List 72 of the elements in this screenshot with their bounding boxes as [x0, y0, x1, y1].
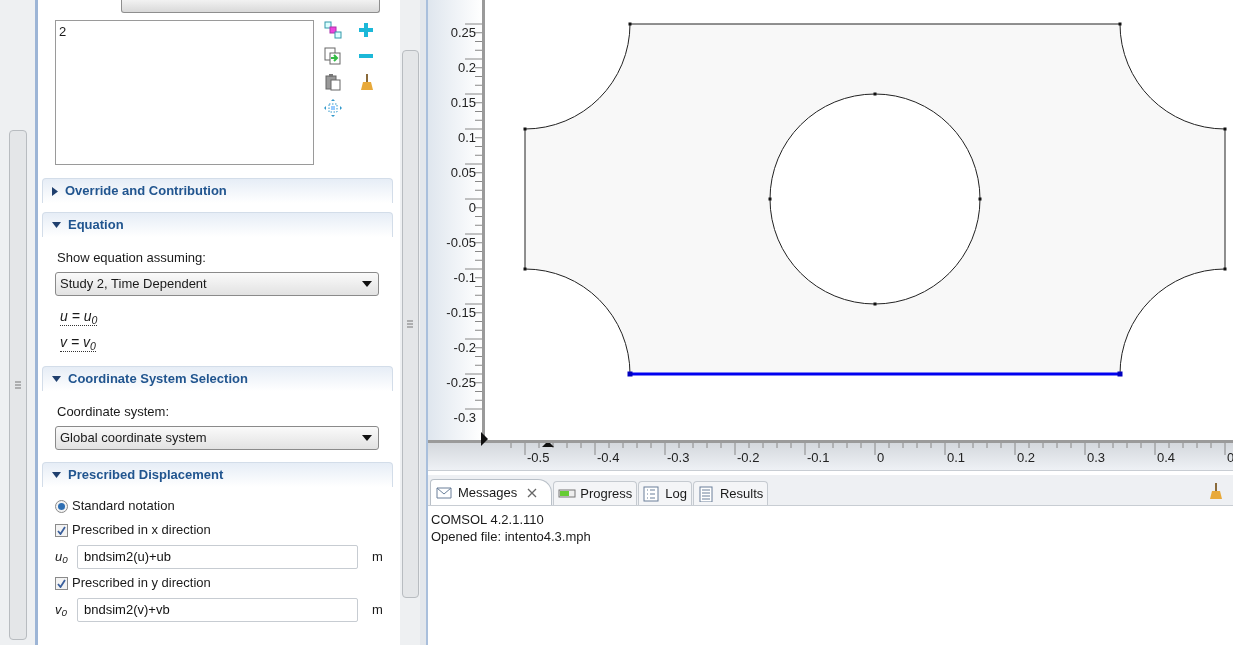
clipboard-icon[interactable]	[324, 73, 342, 91]
squares-icon[interactable]	[324, 21, 342, 39]
list-icon	[643, 485, 662, 502]
checkbox-label: Prescribed in y direction	[72, 574, 211, 593]
caret-icon	[362, 435, 372, 441]
symbol-label: v$_{0}$	[55, 600, 68, 620]
input-field[interactable]: bndsim2(v)+vb	[77, 597, 358, 622]
radio-label: Standard notation	[72, 497, 175, 516]
tick-label: -0.1	[807, 451, 830, 465]
selected-edge[interactable]	[627, 371, 1123, 377]
checkbox[interactable]	[55, 523, 68, 537]
grip-icon	[14, 381, 21, 389]
tick-label: 0	[1227, 451, 1233, 465]
section-header[interactable]: Override and Contribution	[42, 178, 393, 203]
origin-marker-icon	[542, 443, 554, 447]
plus-icon[interactable]	[357, 21, 375, 39]
tab[interactable]: Progress	[553, 481, 638, 505]
copy-arrow-icon[interactable]	[324, 47, 342, 65]
tick-label: -0.2	[737, 451, 760, 465]
list-item[interactable]: 2	[59, 24, 310, 39]
tick-label: -0.2	[453, 341, 476, 355]
tick-label: 0.1	[947, 451, 966, 465]
message-line: Opened file: intento4.3.mph	[431, 528, 591, 545]
tick-label: 0.2	[457, 61, 476, 75]
section-header[interactable]: Equation	[42, 212, 393, 237]
section-header[interactable]: Coordinate System Selection	[42, 366, 393, 391]
checkbox[interactable]	[55, 576, 68, 590]
corner-marker-icon	[481, 432, 489, 446]
field-label: Show equation assuming:	[57, 250, 207, 266]
broom-icon[interactable]	[1207, 482, 1223, 500]
tab[interactable]: Log	[638, 481, 692, 505]
tick-label: 0	[468, 201, 476, 215]
scrollbar-thumb[interactable]	[401, 50, 419, 598]
tick-label: -0.1	[453, 271, 476, 285]
equation-text: u = u$_{0}$	[60, 307, 98, 326]
tick-label: -0.05	[446, 236, 476, 250]
tick-label: -0.4	[597, 451, 620, 465]
tick-label: 0.1	[457, 131, 476, 145]
tick-label: -0.15	[446, 306, 476, 320]
dropdown[interactable]: Study 2, Time Dependent	[55, 272, 379, 296]
tick-label: 0.3	[1087, 451, 1106, 465]
input-field[interactable]: bndsim2(u)+ub	[77, 544, 358, 569]
dropdown[interactable]: Global coordinate system	[55, 426, 379, 450]
grip-icon	[407, 320, 413, 328]
tick-label: -0.3	[667, 451, 690, 465]
unit-label: m	[372, 547, 383, 566]
radio-button[interactable]	[55, 499, 68, 513]
tick-label: 0	[877, 451, 885, 465]
equation-text: v = v$_{0}$	[60, 333, 96, 352]
caret-icon	[362, 281, 372, 287]
tab[interactable]: Results	[693, 481, 769, 505]
tick-label: 0.05	[450, 166, 476, 180]
tick-label: 0.2	[1017, 451, 1036, 465]
close-icon	[527, 487, 538, 498]
section-header[interactable]: Prescribed Displacement	[42, 462, 393, 487]
tab[interactable]: Messages	[430, 479, 553, 505]
field-label: Coordinate system:	[57, 404, 170, 420]
tick-label: -0.5	[527, 451, 550, 465]
tick-label: 0.25	[450, 26, 476, 40]
tick-label: 0.15	[450, 96, 476, 110]
toolbar-button[interactable]	[121, 0, 380, 13]
symbol-label: u$_{0}$	[55, 547, 69, 567]
tick-label: 0.4	[1157, 451, 1176, 465]
tick-label: -0.3	[453, 411, 476, 425]
selection-list[interactable]: 2	[55, 20, 314, 165]
envelope-icon	[436, 484, 454, 501]
unit-label: m	[372, 600, 383, 619]
scrollbar-thumb[interactable]	[8, 130, 27, 640]
message-line: COMSOL 4.2.1.110	[431, 511, 544, 528]
tick-label: -0.25	[446, 376, 476, 390]
document-icon	[698, 485, 716, 502]
checkbox-label: Prescribed in x direction	[72, 521, 211, 540]
